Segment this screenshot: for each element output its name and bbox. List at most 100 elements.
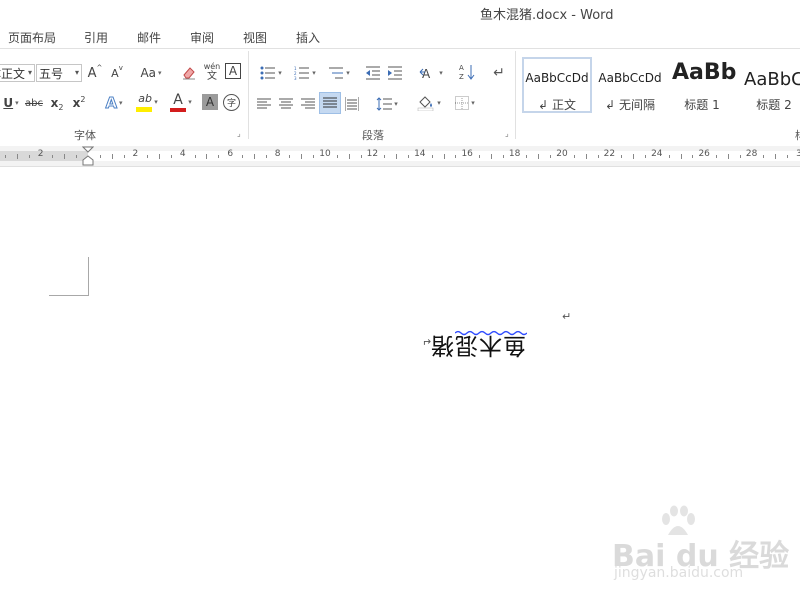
style-name: 标题 1: [684, 98, 720, 112]
change-case-button[interactable]: Aa ▾: [136, 63, 166, 83]
ruler-tick: [64, 154, 65, 159]
align-center-button[interactable]: [278, 94, 294, 114]
underline-icon: U: [3, 96, 14, 110]
ruler-tick: [313, 155, 314, 158]
paragraph-dialog-launcher-icon[interactable]: ⌟: [505, 130, 513, 138]
font-color-letter: A: [173, 92, 183, 108]
font-size-combo[interactable]: 五号 ▾: [36, 64, 82, 82]
flipped-body-text[interactable]: 鱼木混猪: [430, 331, 526, 365]
distributed-button[interactable]: [344, 94, 360, 114]
superscript-button[interactable]: x2: [70, 93, 88, 113]
borders-button[interactable]: ▾: [450, 93, 480, 113]
tab-page-layout[interactable]: 页面布局: [8, 29, 56, 46]
ruler-number: 6: [227, 149, 234, 159]
ruler-tick: [124, 155, 125, 158]
bullets-button[interactable]: ▾: [256, 63, 286, 83]
font-dialog-launcher-icon[interactable]: ⌟: [237, 130, 245, 138]
strikethrough-button[interactable]: abc: [24, 93, 44, 113]
tab-mailings[interactable]: 邮件: [137, 29, 161, 46]
font-name-combo[interactable]: 宋体正文 ▾: [0, 64, 35, 82]
font-color-bar: [170, 108, 187, 112]
shading-button[interactable]: ▾: [414, 93, 444, 113]
align-right-button[interactable]: [300, 94, 316, 114]
style-no-spacing[interactable]: AaBbCcDd ↲ 无间隔: [594, 57, 666, 113]
align-center-icon: [279, 98, 293, 109]
ruler-number: 2: [132, 149, 139, 159]
character-shading-button[interactable]: A: [202, 94, 218, 110]
enclose-characters-button[interactable]: 字: [223, 94, 240, 111]
ruler-tick: [432, 155, 433, 158]
grow-font-button[interactable]: A ^: [86, 63, 104, 83]
ruler-tick: [52, 155, 53, 158]
phonetic-guide-button[interactable]: wén 文: [202, 60, 222, 84]
numbering-button[interactable]: 1 2 3 ▾: [290, 63, 320, 83]
text-effects-button[interactable]: A ▾: [100, 93, 128, 113]
ruler-tick: [763, 155, 764, 158]
line-spacing-icon: [376, 97, 393, 111]
ruler-tick: [574, 155, 575, 158]
tab-references[interactable]: 引用: [84, 29, 108, 46]
ruler-tick: [716, 155, 717, 158]
ruler-tick: [100, 155, 101, 158]
text-direction-button[interactable]: A ▾: [416, 63, 446, 83]
chevron-down-icon: ▾: [27, 68, 32, 77]
svg-text:Z: Z: [459, 73, 464, 81]
decrease-indent-icon: [366, 66, 380, 80]
ruler-tick: [775, 154, 776, 159]
ruler-tick: [598, 155, 599, 158]
tab-insert[interactable]: 插入: [296, 29, 320, 46]
paragraph-mark: ↵: [562, 310, 572, 323]
ruler-tick: [242, 155, 243, 158]
highlight-color-bar: [136, 107, 153, 112]
style-heading-1[interactable]: AaBb 标题 1: [668, 57, 736, 113]
show-hide-marks-button[interactable]: ↵: [490, 63, 508, 83]
justify-button[interactable]: [319, 92, 341, 114]
multilevel-list-button[interactable]: ▾: [324, 63, 354, 83]
svg-text:A: A: [422, 67, 431, 80]
character-shading-icon: A: [205, 95, 215, 109]
watermark-url: jingyan.baidu.com: [614, 565, 744, 581]
increase-indent-button[interactable]: [386, 63, 404, 83]
strikethrough-icon: abc: [25, 97, 43, 109]
tab-view[interactable]: 视图: [243, 29, 267, 46]
clear-formatting-button[interactable]: [180, 63, 198, 83]
superscript-mark: 2: [80, 94, 86, 104]
ruler-tick: [147, 155, 148, 158]
subscript-button[interactable]: x2: [48, 93, 66, 113]
ruler-margin: [0, 151, 88, 161]
line-spacing-button[interactable]: ▾: [372, 94, 402, 114]
shrink-font-button[interactable]: Av: [108, 63, 126, 83]
underline-button[interactable]: U ▾: [0, 93, 22, 113]
character-border-button[interactable]: A: [225, 63, 241, 79]
highlight-button[interactable]: ab ▾: [132, 92, 162, 112]
indent-marker-icon[interactable]: [82, 146, 94, 166]
sort-button[interactable]: A Z: [458, 62, 476, 82]
ruler-number: 10: [319, 149, 331, 159]
ruler-number: 18: [508, 149, 521, 159]
ruler-number: 28: [745, 149, 758, 159]
enclose-characters-icon: 字: [226, 99, 236, 109]
svg-text:A: A: [459, 64, 464, 72]
style-heading-2[interactable]: AaBbC 标题 2: [738, 57, 800, 113]
font-color-button[interactable]: A ▾: [166, 92, 196, 112]
svg-text:3: 3: [294, 76, 297, 80]
style-normal[interactable]: AaBbCcDd ↲ 正文: [522, 57, 592, 113]
ruler-tick: [384, 155, 385, 158]
tab-review[interactable]: 审阅: [190, 29, 214, 46]
font-group-label: 字体: [74, 129, 96, 142]
align-left-button[interactable]: [256, 94, 272, 114]
ruler-tick: [740, 155, 741, 158]
ruler-number: 16: [461, 149, 473, 159]
margin-corner-mark: [88, 257, 89, 295]
decrease-indent-button[interactable]: [364, 63, 382, 83]
ribbon: 宋体正文 ▾ 五号 ▾ A^ Av Aa▾ wén 文 A U▾ abc x2 …: [0, 48, 800, 147]
horizontal-ruler[interactable]: 2 2 4 6 8 10 12 14 16 18 20 22 24 26 28 3: [0, 146, 800, 167]
ruler-tick: [669, 155, 670, 158]
ruler-tick: [29, 155, 30, 158]
grow-font-icon: A: [87, 65, 97, 81]
styles-group-label-fragment: 样: [795, 127, 800, 143]
subscript-icon: x: [50, 96, 59, 110]
style-preview: AaBbC: [744, 69, 800, 90]
paragraph-group-label: 段落: [362, 129, 384, 142]
ruler-band: [0, 151, 800, 161]
